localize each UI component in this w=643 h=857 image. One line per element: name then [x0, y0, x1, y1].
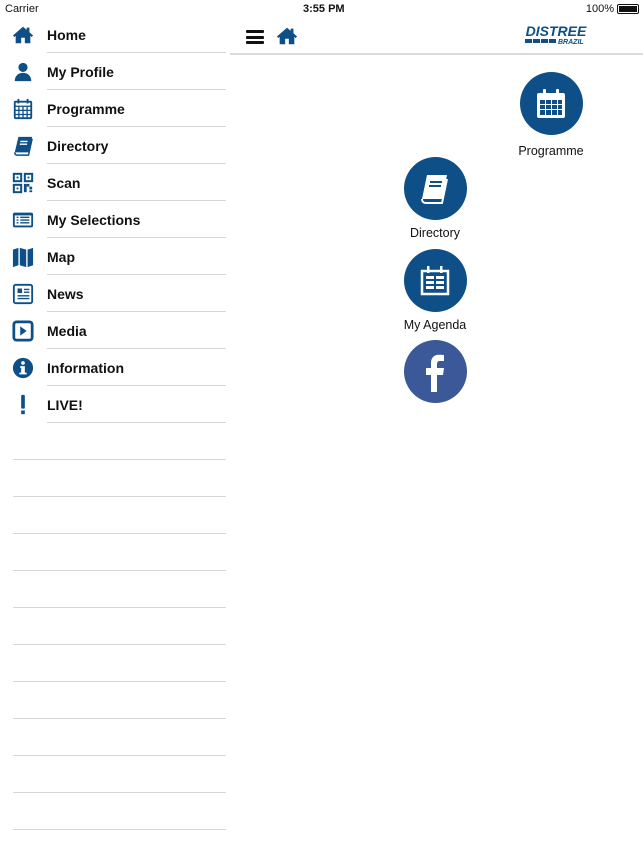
agenda-icon	[403, 249, 467, 312]
sidebar-menu: Home My Profile Programme Directory Scan My S…	[0, 16, 226, 830]
map-icon	[12, 247, 34, 268]
tile-my-agenda[interactable]: My Agenda	[390, 249, 480, 332]
sidebar-item-label: News	[47, 286, 84, 302]
newspaper-icon	[12, 283, 34, 305]
sidebar-empty-row	[0, 423, 226, 460]
svg-text:DISTREE: DISTREE	[526, 23, 587, 39]
tile-label: My Agenda	[403, 318, 467, 332]
home-icon	[12, 26, 34, 44]
sidebar-item-label: Scan	[47, 175, 81, 191]
sidebar-empty-row	[0, 645, 226, 682]
battery-status: 100%	[586, 3, 639, 15]
sidebar-empty-row	[0, 793, 226, 830]
exclamation-icon	[21, 394, 25, 415]
sidebar-empty-row	[0, 682, 226, 719]
battery-icon	[617, 4, 639, 14]
sidebar-item-map[interactable]: Map	[0, 238, 226, 275]
play-icon	[12, 320, 34, 342]
info-icon	[12, 357, 34, 379]
carrier: Carrier	[5, 3, 39, 15]
divider	[13, 829, 226, 830]
sidebar-item-programme[interactable]: Programme	[0, 90, 226, 127]
battery-percent: 100%	[585, 3, 614, 15]
hamburger-menu-icon[interactable]	[246, 30, 264, 44]
book-icon	[14, 136, 33, 156]
sidebar-item-my-selections[interactable]: My Selections	[0, 201, 226, 238]
sidebar-item-news[interactable]: News	[0, 275, 226, 312]
sidebar-item-label: Media	[47, 323, 87, 339]
sidebar-empty-row	[0, 608, 226, 645]
sidebar-item-directory[interactable]: Directory	[0, 127, 226, 164]
calendar-icon	[13, 98, 33, 120]
sidebar-item-information[interactable]: Information	[0, 349, 226, 386]
distree-brazil-logo: DISTREE BRAZIL	[525, 23, 587, 46]
facebook-icon	[403, 340, 467, 403]
calendar-icon	[519, 72, 583, 135]
sidebar-item-scan[interactable]: Scan	[0, 164, 226, 201]
sidebar-empty-row	[0, 460, 226, 497]
list-icon	[12, 212, 34, 228]
sidebar-item-home[interactable]: Home	[0, 16, 226, 53]
sidebar-item-my-profile[interactable]: My Profile	[0, 53, 226, 90]
top-bar: DISTREE BRAZIL	[230, 16, 643, 55]
sidebar-item-label: Information	[47, 360, 124, 376]
sidebar-item-label: Home	[47, 27, 86, 43]
sidebar-empty-row	[0, 756, 226, 793]
tile-programme[interactable]: Programme	[506, 72, 596, 158]
tile-label: Programme	[518, 144, 584, 158]
sidebar-item-label: Map	[47, 249, 75, 265]
sidebar-item-media[interactable]: Media	[0, 312, 226, 349]
sidebar-empty-row	[0, 497, 226, 534]
sidebar-item-live[interactable]: LIVE!	[0, 386, 226, 423]
clock: 3:55 PM	[303, 3, 345, 15]
sidebar-item-label: Directory	[47, 138, 109, 154]
tile-label: Directory	[409, 226, 460, 240]
sidebar-item-label: My Selections	[47, 212, 141, 228]
user-icon	[14, 62, 32, 82]
qr-code-icon	[12, 172, 34, 194]
sidebar-item-label: My Profile	[47, 64, 114, 80]
sidebar-empty-row	[0, 534, 226, 571]
sidebar-empty-row	[0, 571, 226, 608]
book-icon	[403, 157, 467, 220]
tile-directory[interactable]: Directory	[390, 157, 480, 240]
sidebar-item-label: LIVE!	[47, 397, 83, 413]
sidebar-item-label: Programme	[47, 101, 125, 117]
svg-text:BRAZIL: BRAZIL	[558, 39, 584, 46]
tile-facebook[interactable]	[390, 340, 480, 403]
sidebar-empty-row	[0, 719, 226, 756]
home-icon[interactable]	[276, 25, 298, 47]
